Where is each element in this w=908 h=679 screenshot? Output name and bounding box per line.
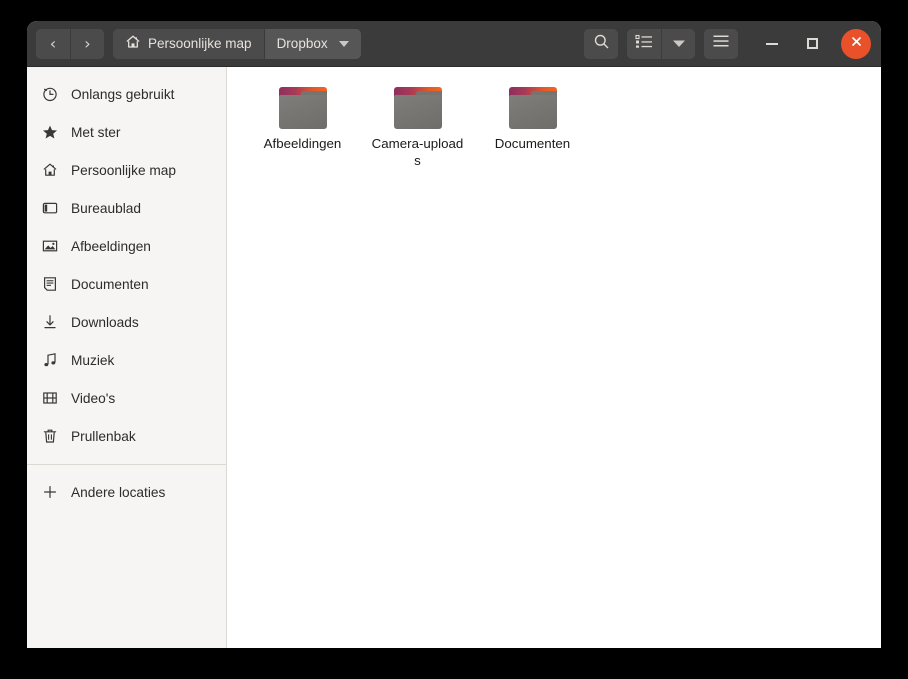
- sidebar-item-downloads[interactable]: Downloads: [27, 303, 226, 341]
- folder-label: Camera-uploads: [371, 136, 464, 168]
- sidebar-label-documents: Documenten: [71, 276, 149, 292]
- search-icon: [593, 33, 610, 55]
- view-list-icon: [635, 34, 653, 54]
- folder-body: [508, 95, 557, 129]
- star-icon: [41, 124, 58, 141]
- forward-button[interactable]: ›: [70, 28, 104, 59]
- sidebar-label-music: Muziek: [71, 352, 115, 368]
- sidebar-item-recent[interactable]: Onlangs gebruikt: [27, 75, 226, 113]
- clock-icon: [41, 86, 58, 103]
- trash-icon: [41, 428, 58, 445]
- close-icon: [850, 35, 863, 53]
- sidebar-label-recent: Onlangs gebruikt: [71, 86, 175, 102]
- folder-item[interactable]: Documenten: [475, 83, 590, 169]
- chevron-right-icon: ›: [84, 33, 91, 53]
- file-grid: Afbeeldingen Camera-uploads Documenten: [227, 67, 881, 648]
- breadcrumb-item-home[interactable]: Persoonlijke map: [113, 28, 264, 59]
- chevron-down-icon[interactable]: [338, 40, 349, 47]
- back-button[interactable]: ‹: [36, 28, 70, 59]
- maximize-button[interactable]: [797, 29, 827, 59]
- sidebar-label-desktop: Bureaublad: [71, 200, 142, 216]
- sidebar-divider: [27, 464, 226, 465]
- folder-item[interactable]: Camera-uploads: [360, 83, 475, 169]
- view-list-button[interactable]: [627, 28, 661, 59]
- download-icon: [41, 314, 58, 331]
- sidebar-item-pictures[interactable]: Afbeeldingen: [27, 227, 226, 265]
- search-button[interactable]: [584, 28, 618, 59]
- music-note-icon: [41, 352, 58, 369]
- document-icon: [41, 276, 58, 293]
- plus-icon: [41, 484, 58, 501]
- desktop-background: ‹ › Persoonlijke map Dropbox Onlangs geb…: [0, 0, 908, 679]
- breadcrumb: Persoonlijke map Dropbox: [113, 28, 361, 59]
- navigation-button-group: ‹ ›: [36, 28, 104, 59]
- folder-icon: [393, 87, 442, 129]
- close-button[interactable]: [841, 28, 871, 59]
- sidebar-label-other-locations: Andere locaties: [71, 484, 166, 500]
- sidebar-label-home: Persoonlijke map: [71, 162, 176, 178]
- sidebar-label-downloads: Downloads: [71, 314, 139, 330]
- hamburger-menu-icon: [712, 34, 730, 53]
- sidebar-label-videos: Video's: [71, 390, 116, 406]
- film-icon: [41, 390, 58, 407]
- sidebar-label-trash: Prullenbak: [71, 428, 136, 444]
- sidebar-label-pictures: Afbeeldingen: [71, 238, 151, 254]
- sidebar-item-trash[interactable]: Prullenbak: [27, 417, 226, 455]
- folder-body: [393, 95, 442, 129]
- breadcrumb-item-dropbox[interactable]: Dropbox: [263, 28, 361, 59]
- sidebar-item-other-locations[interactable]: Andere locaties: [27, 473, 226, 511]
- chevron-left-icon: ‹: [49, 33, 57, 53]
- home-icon: [125, 34, 141, 53]
- minimize-icon: [766, 42, 778, 45]
- view-options-button[interactable]: [661, 28, 695, 59]
- sidebar-item-videos[interactable]: Video's: [27, 379, 226, 417]
- breadcrumb-label-home: Persoonlijke map: [148, 36, 252, 51]
- sidebar-label-starred: Met ster: [71, 124, 121, 140]
- file-manager-window: ‹ › Persoonlijke map Dropbox Onlangs geb…: [27, 21, 881, 648]
- folder-item[interactable]: Afbeeldingen: [245, 83, 360, 169]
- sidebar: Onlangs gebruikt Met ster Persoonlijke m…: [27, 67, 227, 648]
- sidebar-item-desktop[interactable]: Bureaublad: [27, 189, 226, 227]
- breadcrumb-label-dropbox: Dropbox: [276, 36, 328, 51]
- sidebar-item-starred[interactable]: Met ster: [27, 113, 226, 151]
- window-body: Onlangs gebruikt Met ster Persoonlijke m…: [27, 67, 881, 648]
- desktop-icon: [41, 200, 58, 217]
- titlebar: ‹ › Persoonlijke map Dropbox: [27, 21, 881, 67]
- image-icon: [41, 238, 58, 255]
- sidebar-item-documents[interactable]: Documenten: [27, 265, 226, 303]
- sidebar-item-music[interactable]: Muziek: [27, 341, 226, 379]
- view-options-caret-icon: [672, 35, 686, 53]
- sidebar-item-home[interactable]: Persoonlijke map: [27, 151, 226, 189]
- folder-body: [278, 95, 327, 129]
- folder-icon: [278, 87, 327, 129]
- maximize-icon: [806, 38, 818, 49]
- hamburger-menu-button[interactable]: [704, 28, 738, 59]
- minimize-button[interactable]: [757, 29, 787, 59]
- folder-label: Afbeeldingen: [263, 136, 342, 151]
- folder-label: Documenten: [494, 136, 571, 151]
- home-icon: [41, 162, 58, 179]
- folder-icon: [508, 87, 557, 129]
